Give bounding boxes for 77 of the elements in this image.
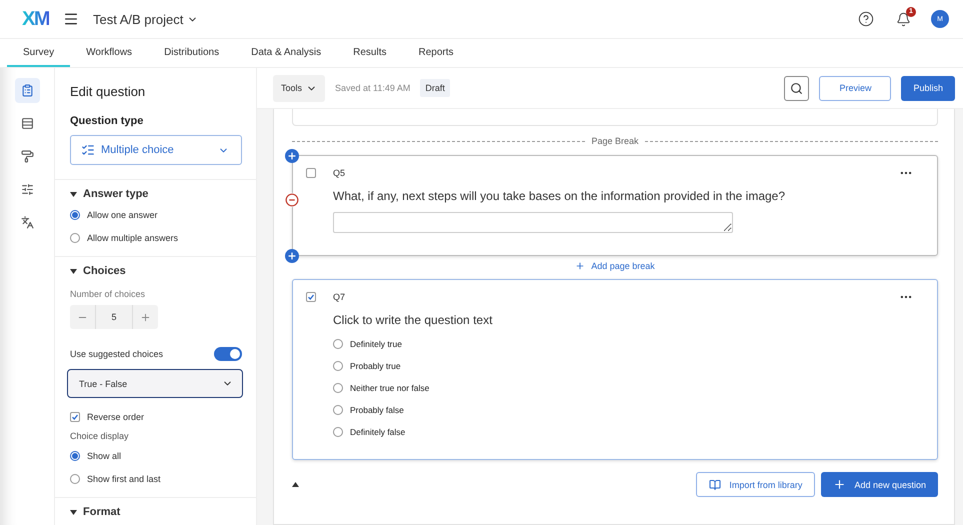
suggested-choices-dropdown[interactable]: True - False [67, 369, 243, 398]
choice-label: Probably false [350, 405, 404, 415]
nav-tab[interactable]: Reports [402, 39, 470, 67]
dropdown-value: True - False [79, 378, 128, 388]
radio-label: Show first and last [87, 474, 161, 484]
menu-icon[interactable] [63, 11, 79, 27]
section-header[interactable]: Choices [70, 265, 242, 277]
field-label: Question type [70, 115, 144, 127]
radio-button[interactable] [70, 210, 80, 220]
nav-tab[interactable]: Data & Analysis [235, 39, 338, 67]
checkbox[interactable] [306, 292, 316, 302]
radio-button[interactable] [70, 232, 80, 242]
section-header[interactable]: Answer type [70, 188, 242, 200]
choice-label: Definitely true [350, 339, 402, 349]
publish-button[interactable]: Publish [901, 76, 955, 100]
plus-icon [833, 478, 846, 491]
help-icon[interactable] [858, 11, 874, 27]
remove-icon[interactable] [285, 193, 299, 207]
nav-tab[interactable]: Workflows [70, 39, 148, 67]
toggle-label: Use suggested choices [70, 349, 164, 359]
choice-label: Probably true [350, 361, 401, 371]
radio-button[interactable] [333, 361, 343, 371]
radio-button[interactable] [70, 474, 80, 484]
plus-icon [575, 261, 586, 271]
toggle-switch[interactable] [214, 347, 242, 361]
collapse-icon[interactable] [292, 482, 299, 487]
checkbox-label: Reverse order [87, 412, 144, 422]
book-icon [709, 478, 722, 490]
radio-label: Allow one answer [87, 210, 158, 220]
collapse-icon [70, 192, 77, 196]
radio-button[interactable] [333, 427, 343, 437]
collapse-icon [70, 510, 77, 514]
radio-button[interactable] [70, 450, 80, 460]
nav-tab[interactable]: Distributions [148, 39, 236, 67]
radio-button[interactable] [333, 383, 343, 393]
dropdown-value: Multiple choice [101, 144, 175, 156]
question-number: Q7 [333, 292, 346, 302]
search-icon [790, 82, 804, 94]
question-card[interactable]: Q7 Click to write the question text Definitely true Probably true Neither true nor false Probably false Definitely false [292, 279, 938, 460]
add-icon[interactable] [285, 149, 299, 163]
field-label: Choice display [70, 431, 130, 441]
collapse-icon [70, 268, 77, 274]
draft-tag: Draft [420, 79, 450, 97]
radio-button[interactable] [333, 405, 343, 415]
question-type-dropdown[interactable]: Multiple choice [70, 135, 242, 165]
save-status: Saved at 11:49 AM [335, 83, 410, 93]
search-button[interactable] [784, 76, 810, 100]
question-card[interactable]: Q5 What, if any, next steps will you take bases on the information provided in the image? [292, 155, 938, 256]
nav-tab[interactable]: Results [337, 39, 402, 67]
checkbox[interactable] [306, 168, 316, 178]
dropdown-value: Tools [281, 83, 302, 93]
radio-button[interactable] [333, 339, 343, 349]
bell-icon[interactable] [896, 12, 911, 26]
radio-label: Allow multiple answers [87, 232, 178, 242]
section-header[interactable]: Format [70, 506, 242, 518]
field-label: Number of choices [70, 289, 146, 299]
question-number: Q5 [333, 168, 346, 178]
choice-label: Neither true nor false [350, 383, 430, 393]
preview-button[interactable]: Preview [819, 76, 892, 100]
page-break-label: Page Break [591, 136, 639, 146]
question-text[interactable]: Click to write the question text [333, 313, 913, 327]
checkbox[interactable] [70, 412, 80, 422]
import-button[interactable]: Import from library [696, 472, 816, 497]
nav-tab[interactable]: Survey [7, 39, 70, 67]
add-question-button[interactable]: Add new question [821, 472, 938, 497]
project-dropdown[interactable]: Test A/B project [93, 12, 198, 26]
choice-label: Definitely false [350, 427, 406, 437]
add-icon[interactable] [285, 249, 299, 263]
clipboard-icon[interactable] [14, 78, 40, 103]
add-page-break-link[interactable]: Add page break [569, 260, 661, 272]
panel-title: Edit question [70, 83, 146, 99]
choice-count: 5 [95, 305, 133, 329]
radio-label: Show all [87, 450, 122, 460]
question-text[interactable]: What, if any, next steps will you take bases on the information provided in the image? [333, 189, 913, 203]
tools-dropdown[interactable]: Tools [273, 74, 326, 102]
number-stepper[interactable]: 5 [70, 305, 158, 329]
list-icon [81, 143, 95, 157]
